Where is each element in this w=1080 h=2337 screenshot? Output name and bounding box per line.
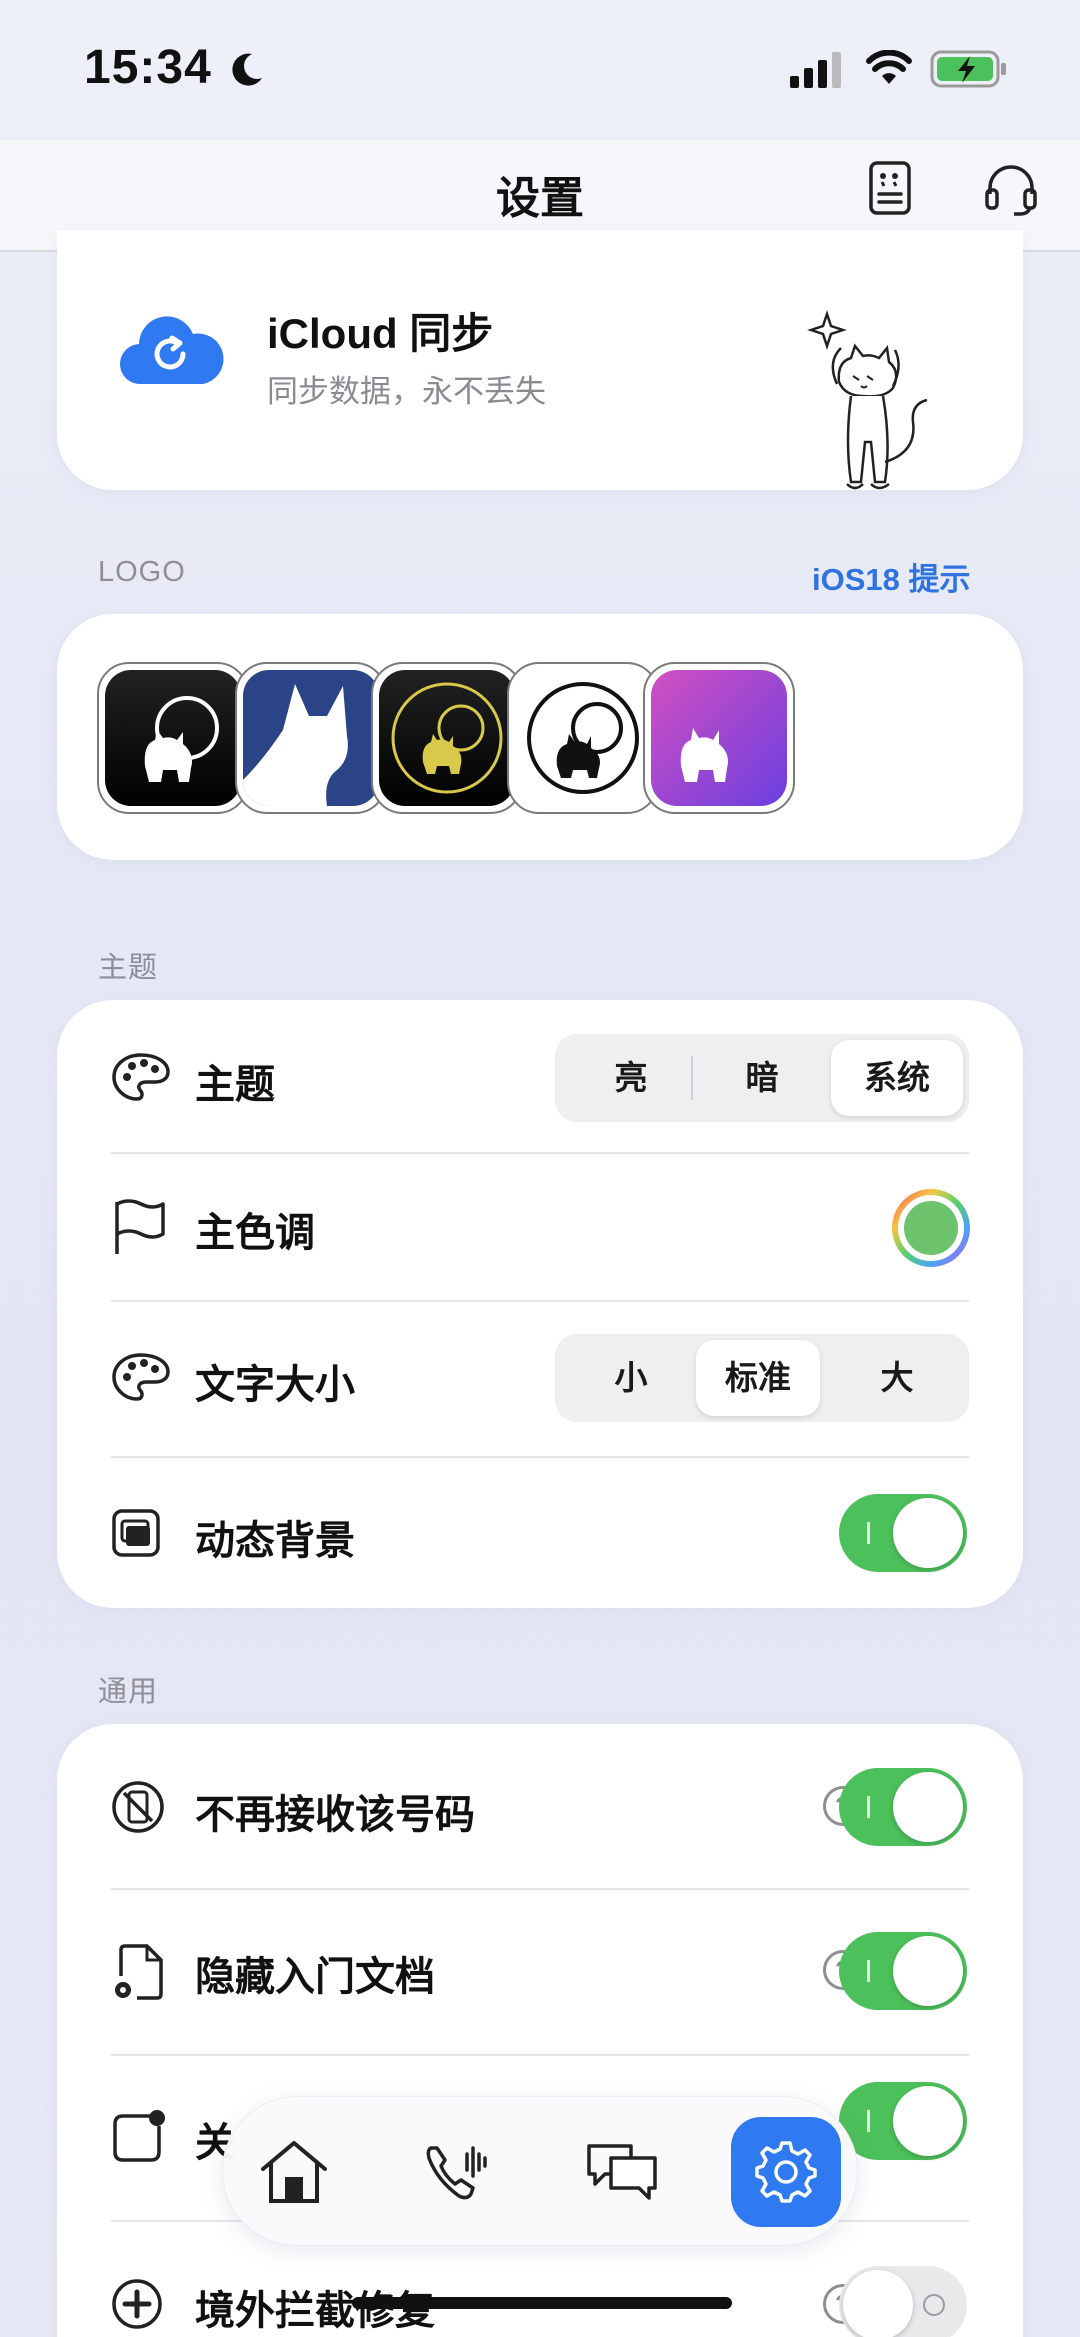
theme-option-dark[interactable]: 暗 [696, 1040, 828, 1116]
logo-picker-card [57, 614, 1023, 860]
accent-color-row[interactable]: 主色调 [57, 1154, 1023, 1300]
hide-docs-label: 隐藏入门文档 [195, 1955, 435, 1999]
theme-option-system[interactable]: 系统 [831, 1040, 963, 1116]
tab-home[interactable] [239, 2117, 349, 2227]
overseas-fix-toggle[interactable] [839, 2266, 967, 2337]
theme-row: 主题 亮 暗 系统 [57, 1000, 1023, 1152]
tab-calls[interactable] [403, 2117, 513, 2227]
document-icon[interactable] [868, 160, 912, 216]
logo-option-blue[interactable] [235, 662, 387, 814]
cat-logo-icon [144, 696, 219, 782]
theme-settings-card: 主题 亮 暗 系统 主色调 文字大小 小 标准 大 动态背景 [57, 1000, 1023, 1608]
dynamic-background-label: 动态背景 [195, 1519, 355, 1563]
color-picker-swatch[interactable] [891, 1188, 971, 1268]
page-title: 设置 [496, 174, 584, 223]
no-phone-icon [112, 1781, 164, 1833]
palette-icon [112, 1053, 170, 1101]
theme-label: 主题 [195, 1063, 275, 1107]
home-indicator [352, 2297, 732, 2309]
cat-illustration [807, 310, 928, 490]
dynamic-background-toggle[interactable] [839, 1494, 967, 1572]
block-number-row: 不再接收该号码 ? [57, 1724, 1023, 1888]
section-label-logo: LOGO [98, 556, 186, 588]
segment-divider [691, 1056, 693, 1100]
font-size-option-standard[interactable]: 标准 [696, 1340, 820, 1416]
notification-toggle[interactable] [839, 2082, 967, 2160]
hide-docs-toggle[interactable] [839, 1932, 967, 2010]
font-size-option-small[interactable]: 小 [565, 1340, 697, 1416]
cat-gradient-logo-icon [680, 728, 728, 782]
tab-settings[interactable] [731, 2117, 841, 2227]
accent-color-label: 主色调 [195, 1211, 315, 1255]
icloud-sync-card[interactable]: iCloud 同步 同步数据，永不丢失 [57, 230, 1023, 490]
palette-icon [112, 1353, 170, 1401]
ios18-tip-link[interactable]: iOS18 提示 [812, 554, 971, 599]
font-size-option-large[interactable]: 大 [831, 1340, 963, 1416]
hide-docs-row: 隐藏入门文档 ? [57, 1890, 1023, 2054]
layers-icon [112, 1509, 160, 1557]
font-size-label: 文字大小 [195, 1363, 355, 1407]
icloud-subtitle: 同步数据，永不丢失 [267, 374, 546, 409]
signal-icon [790, 52, 841, 88]
app-badge-icon [113, 2110, 165, 2162]
phone-wave-icon [426, 2146, 487, 2200]
logo-option-gold[interactable] [371, 662, 523, 814]
headset-icon[interactable] [982, 160, 1040, 218]
home-icon [261, 2141, 327, 2203]
moon-icon [232, 53, 262, 86]
wifi-icon [866, 50, 912, 84]
dynamic-background-row: 动态背景 [57, 1458, 1023, 1608]
gear-icon [755, 2141, 817, 2203]
battery-icon [930, 50, 1006, 88]
plus-circle-icon [112, 2279, 162, 2329]
flag-icon [115, 1199, 165, 1254]
logo-option-white[interactable] [507, 662, 659, 814]
section-label-general: 通用 [98, 1676, 159, 1708]
cat-gold-logo-icon [391, 682, 503, 794]
status-time: 15:34 [84, 41, 212, 94]
icloud-title: iCloud 同步 [267, 310, 494, 357]
cloud-sync-icon [119, 316, 224, 385]
tab-messages[interactable] [567, 2117, 677, 2227]
cat-silhouette-icon [243, 684, 348, 806]
theme-segmented-control: 亮 暗 系统 [555, 1034, 969, 1122]
status-bar: 15:34 [0, 0, 1080, 140]
chat-bubbles-icon [587, 2144, 657, 2200]
font-size-segmented-control: 小 标准 大 [555, 1334, 969, 1422]
font-size-row: 文字大小 小 标准 大 [57, 1302, 1023, 1456]
section-label-theme: 主题 [98, 952, 159, 984]
logo-option-gradient[interactable] [643, 662, 795, 814]
logo-option-black[interactable] [97, 662, 249, 814]
cat-black-logo-icon [527, 682, 639, 794]
block-number-label: 不再接收该号码 [195, 1793, 475, 1837]
theme-option-light[interactable]: 亮 [565, 1040, 697, 1116]
block-number-toggle[interactable] [839, 1768, 967, 1846]
tab-bar [222, 2096, 858, 2246]
document-settings-icon [115, 1944, 163, 2000]
